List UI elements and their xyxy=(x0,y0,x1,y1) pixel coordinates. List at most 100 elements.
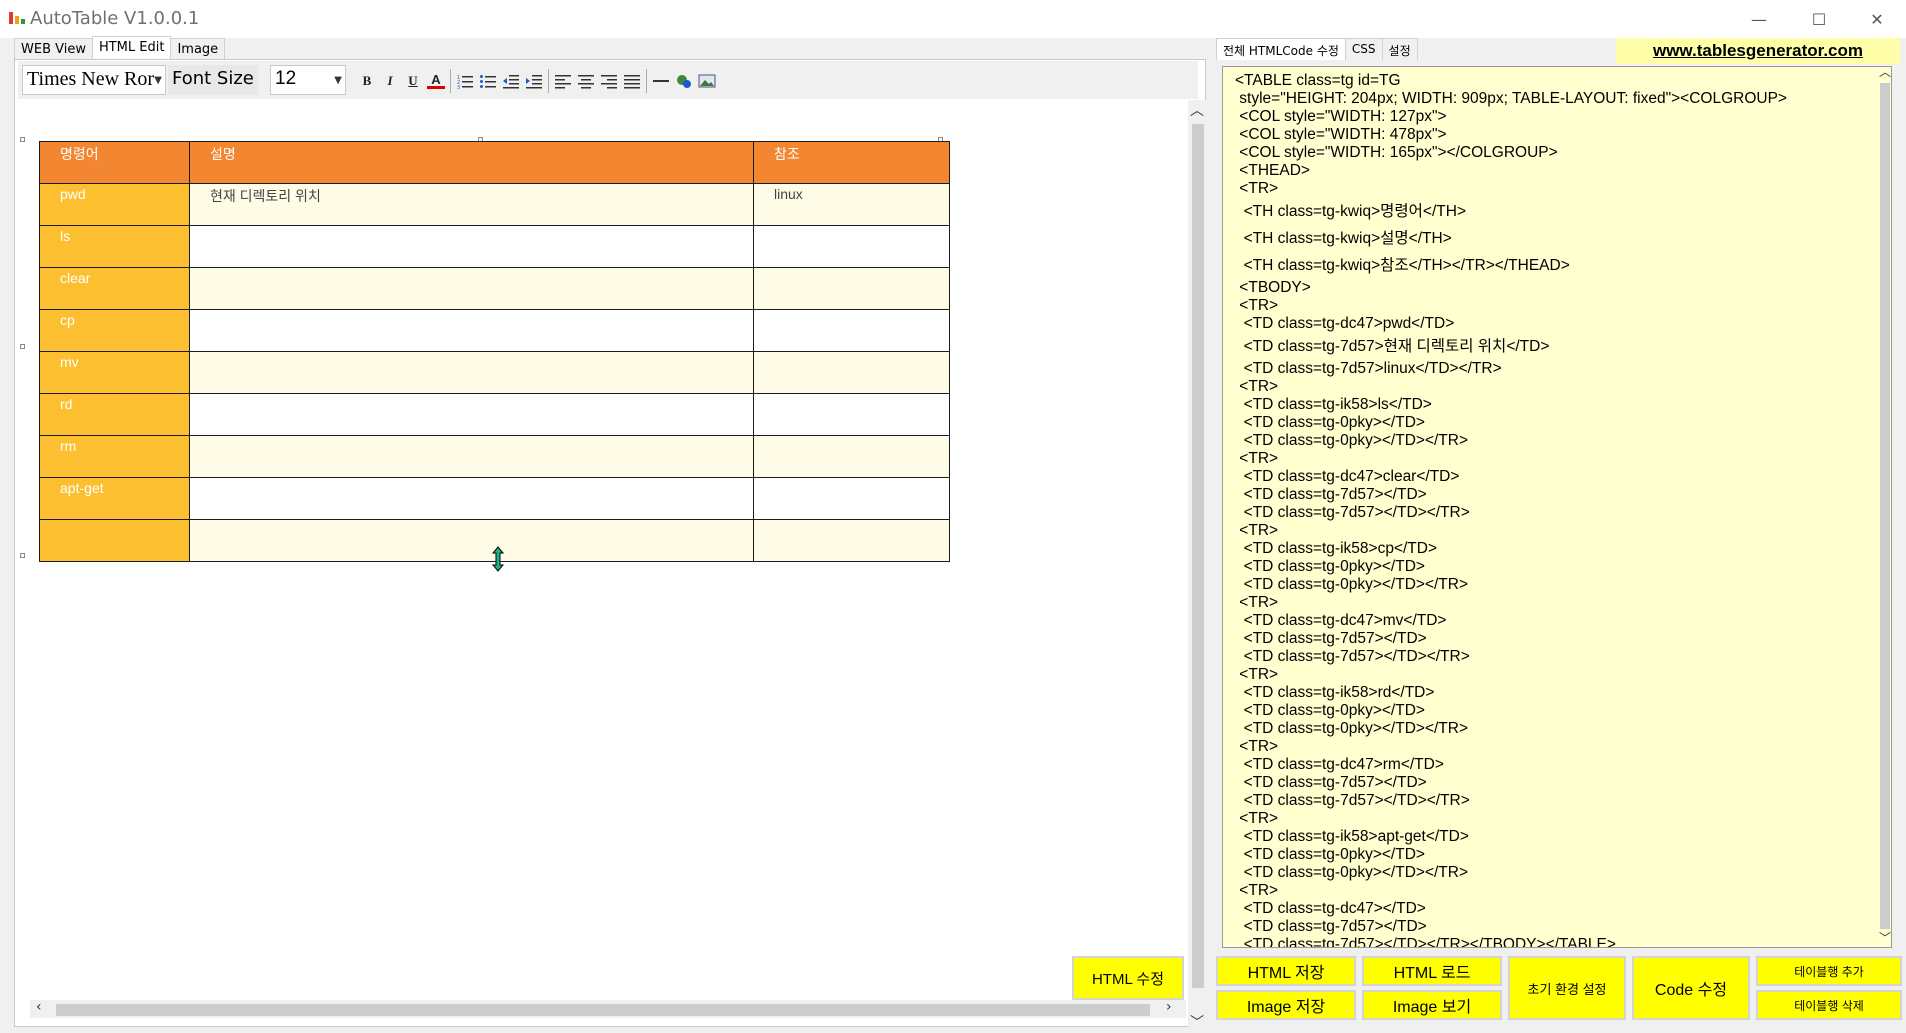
font-name-select[interactable]: Times New Ror ▼ xyxy=(22,65,166,95)
table-header-cell[interactable]: 명령어 xyxy=(39,141,190,184)
table-cell[interactable]: 현재 디렉토리 위치 xyxy=(189,183,754,226)
code-line[interactable]: <TR> xyxy=(1235,882,1875,900)
table-cell[interactable] xyxy=(189,225,754,268)
html-edit-button[interactable]: HTML 수정 xyxy=(1072,956,1184,1000)
code-line[interactable]: <TH class=tg-kwiq>명령어</TH> xyxy=(1235,198,1875,225)
code-vertical-scrollbar[interactable]: ︿ ﹀ xyxy=(1877,67,1891,947)
code-line[interactable]: <TR> xyxy=(1235,450,1875,468)
code-line[interactable]: <TH class=tg-kwiq>설명</TH> xyxy=(1235,225,1875,252)
horizontal-rule-icon[interactable] xyxy=(652,73,670,89)
table-cell[interactable] xyxy=(189,309,754,352)
editor-horizontal-scrollbar[interactable]: ‹ › xyxy=(30,999,1186,1018)
close-button[interactable]: ✕ xyxy=(1848,0,1906,38)
chevron-left-icon[interactable]: ‹ xyxy=(36,999,42,1015)
code-line[interactable]: <TD class=tg-dc47>rm</TD> xyxy=(1235,756,1875,774)
chevron-up-icon[interactable]: ︿ xyxy=(1190,100,1204,120)
chevron-up-icon[interactable]: ︿ xyxy=(1879,67,1891,80)
align-center-icon[interactable] xyxy=(577,73,595,89)
link-icon[interactable] xyxy=(675,73,693,89)
code-line[interactable]: <TD class=tg-0pky></TD></TR> xyxy=(1235,432,1875,450)
code-line[interactable]: style="HEIGHT: 204px; WIDTH: 909px; TABL… xyxy=(1235,90,1875,108)
align-left-icon[interactable] xyxy=(554,73,572,89)
code-line[interactable]: <COL style="WIDTH: 127px"> xyxy=(1235,108,1875,126)
tablesgenerator-link[interactable]: www.tablesgenerator.com xyxy=(1616,38,1900,64)
html-code-text[interactable]: <TABLE class=tg id=TG style="HEIGHT: 204… xyxy=(1235,72,1875,947)
table-cell[interactable] xyxy=(189,519,754,562)
table-header-cell[interactable]: 참조 xyxy=(753,141,950,184)
italic-icon[interactable]: I xyxy=(381,73,399,89)
html-code-editor[interactable]: <TABLE class=tg id=TG style="HEIGHT: 204… xyxy=(1222,66,1892,948)
html-load-button[interactable]: HTML 로드 xyxy=(1362,956,1502,986)
code-line[interactable]: <TD class=tg-0pky></TD></TR> xyxy=(1235,864,1875,882)
font-size-select[interactable]: 12 ▼ xyxy=(270,65,346,95)
code-line[interactable]: <TR> xyxy=(1235,810,1875,828)
tab-image[interactable]: Image xyxy=(170,38,226,60)
code-line[interactable]: <TD class=tg-ik58>cp</TD> xyxy=(1235,540,1875,558)
minimize-button[interactable]: — xyxy=(1730,0,1788,38)
table-cell[interactable] xyxy=(189,393,754,436)
align-right-icon[interactable] xyxy=(600,73,618,89)
font-color-icon[interactable]: A xyxy=(427,72,445,89)
table-cell[interactable]: rm xyxy=(39,435,190,478)
table-cell[interactable] xyxy=(753,435,950,478)
code-line[interactable]: <TD class=tg-0pky></TD></TR> xyxy=(1235,720,1875,738)
scrollbar-thumb[interactable] xyxy=(56,1004,1150,1016)
indent-icon[interactable] xyxy=(525,73,543,89)
image-view-button[interactable]: Image 보기 xyxy=(1362,990,1502,1020)
maximize-button[interactable]: ☐ xyxy=(1790,0,1848,38)
table-cell[interactable]: clear xyxy=(39,267,190,310)
table-cell[interactable] xyxy=(753,393,950,436)
code-line[interactable]: <TR> xyxy=(1235,180,1875,198)
scrollbar-thumb[interactable] xyxy=(1192,124,1204,988)
code-line[interactable]: <TD class=tg-7d57>현재 디렉토리 위치</TD> xyxy=(1235,333,1875,360)
chevron-down-icon[interactable]: ﹀ xyxy=(1190,1012,1204,1032)
code-line[interactable]: <TABLE class=tg id=TG xyxy=(1235,72,1875,90)
tab-web-view[interactable]: WEB View xyxy=(14,38,93,60)
add-row-button[interactable]: 테이블행 추가 xyxy=(1756,956,1902,986)
unordered-list-icon[interactable] xyxy=(479,73,497,89)
code-line[interactable]: <TD class=tg-ik58>ls</TD> xyxy=(1235,396,1875,414)
code-line[interactable]: <TD class=tg-0pky></TD> xyxy=(1235,702,1875,720)
code-line[interactable]: <TD class=tg-7d57>linux</TD></TR> xyxy=(1235,360,1875,378)
code-line[interactable]: <THEAD> xyxy=(1235,162,1875,180)
code-line[interactable]: <TD class=tg-0pky></TD> xyxy=(1235,558,1875,576)
code-line[interactable]: <TD class=tg-0pky></TD></TR> xyxy=(1235,576,1875,594)
table-cell[interactable] xyxy=(753,351,950,394)
code-line[interactable]: <COL style="WIDTH: 478px"> xyxy=(1235,126,1875,144)
code-line[interactable]: <TD class=tg-dc47>pwd</TD> xyxy=(1235,315,1875,333)
code-line[interactable]: <TD class=tg-dc47>clear</TD> xyxy=(1235,468,1875,486)
ordered-list-icon[interactable]: 123 xyxy=(456,73,474,89)
table-cell[interactable] xyxy=(189,267,754,310)
tab-full-html-code[interactable]: 전체 HTMLCode 수정 xyxy=(1216,38,1346,60)
table-cell[interactable]: linux xyxy=(753,183,950,226)
table-cell[interactable] xyxy=(39,519,190,562)
table-cell[interactable]: mv xyxy=(39,351,190,394)
image-icon[interactable] xyxy=(698,73,716,89)
resize-handle[interactable] xyxy=(20,137,25,142)
table-cell[interactable]: pwd xyxy=(39,183,190,226)
scrollbar-thumb[interactable] xyxy=(1880,83,1890,929)
code-line[interactable]: <TR> xyxy=(1235,738,1875,756)
table-cell[interactable] xyxy=(189,435,754,478)
resize-handle[interactable] xyxy=(20,344,25,349)
code-edit-button[interactable]: Code 수정 xyxy=(1632,956,1750,1020)
table-cell[interactable] xyxy=(753,477,950,520)
image-save-button[interactable]: Image 저장 xyxy=(1216,990,1356,1020)
outdent-icon[interactable] xyxy=(502,73,520,89)
table-cell[interactable]: ls xyxy=(39,225,190,268)
code-line[interactable]: <TD class=tg-7d57></TD></TR> xyxy=(1235,648,1875,666)
code-line[interactable]: <COL style="WIDTH: 165px"></COLGROUP> xyxy=(1235,144,1875,162)
chevron-right-icon[interactable]: › xyxy=(1166,999,1172,1015)
code-line[interactable]: <TR> xyxy=(1235,378,1875,396)
code-line[interactable]: <TBODY> xyxy=(1235,279,1875,297)
table-cell[interactable]: rd xyxy=(39,393,190,436)
tab-css[interactable]: CSS xyxy=(1344,38,1383,60)
resize-handle[interactable] xyxy=(20,553,25,558)
data-table[interactable]: 명령어 설명 참조 pwd 현재 디렉토리 위치 linux ls clear … xyxy=(39,141,950,562)
code-line[interactable]: <TD class=tg-ik58>rd</TD> xyxy=(1235,684,1875,702)
reset-settings-button[interactable]: 초기 환경 설정 xyxy=(1508,956,1626,1020)
code-line[interactable]: <TD class=tg-0pky></TD> xyxy=(1235,846,1875,864)
code-line[interactable]: <TR> xyxy=(1235,297,1875,315)
code-line[interactable]: <TH class=tg-kwiq>참조</TH></TR></THEAD> xyxy=(1235,252,1875,279)
delete-row-button[interactable]: 테이블행 삭제 xyxy=(1756,990,1902,1020)
